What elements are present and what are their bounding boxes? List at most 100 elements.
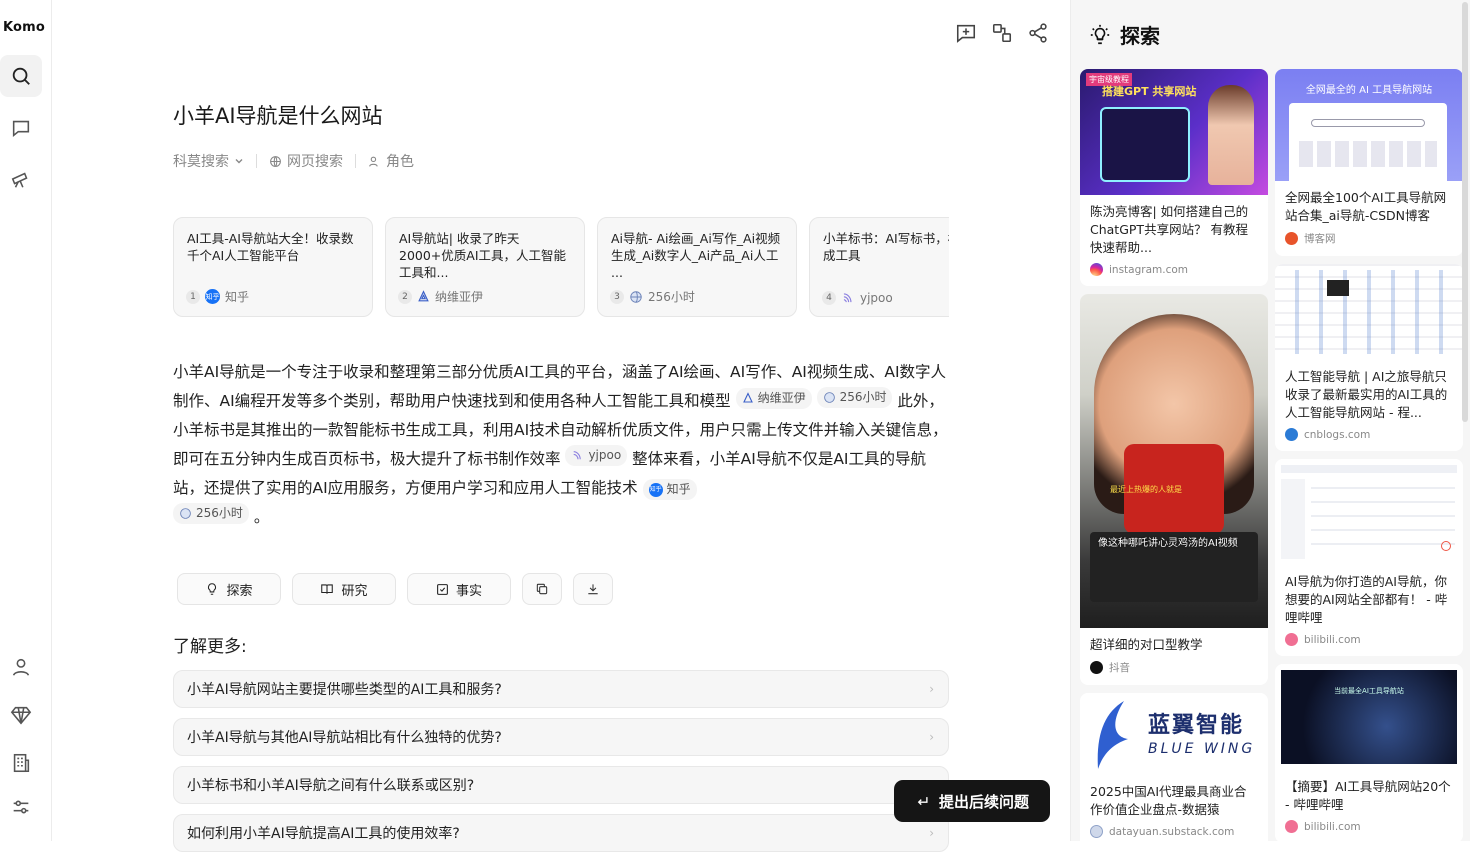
search-mode-dropdown[interactable]: 科莫搜索	[173, 151, 244, 171]
citation-chip[interactable]: 知乎 知乎	[642, 479, 697, 500]
explore-card[interactable]: 当前最全AI工具导航站 【摘要】AI工具导航网站20个 - 哔哩哔哩 bilib…	[1275, 664, 1463, 841]
tiles-illustration	[1299, 141, 1437, 167]
card-caption: 【摘要】AI工具导航网站20个 - 哔哩哔哩	[1285, 779, 1451, 812]
card-site: datayuan.substack.com	[1080, 823, 1268, 841]
explore-scrollbar[interactable]	[1462, 2, 1468, 422]
web-search-label: 网页搜索	[287, 154, 343, 170]
research-button[interactable]: 研究	[292, 573, 396, 605]
source-card-footer: 2 纳维亚伊	[398, 288, 483, 305]
related-questions: 小羊AI导航网站主要提供哪些类型的AI工具和服务? › 小羊AI导航与其他AI导…	[173, 670, 949, 862]
premium-nav-button[interactable]	[0, 694, 42, 736]
source-card[interactable]: AI工具-AI导航站大全！收录数千个AI人工智能平台 1 知乎 知乎	[173, 217, 373, 317]
chevron-right-icon: ›	[929, 826, 934, 840]
new-chat-button[interactable]	[955, 22, 977, 44]
globe-icon	[823, 392, 835, 403]
explore-card[interactable]: AI导航为你打造的AI导航，你想要的AI网站全部都有！ - 哔哩哔哩 bilib…	[1275, 459, 1463, 656]
citation-label: 知乎	[666, 482, 691, 496]
person-icon	[369, 156, 378, 167]
question-text: 如何利用小羊AI导航提高AI工具的使用效率?	[187, 826, 460, 842]
source-number: 2	[398, 289, 412, 304]
bulb-icon	[1090, 24, 1110, 44]
explore-card[interactable]: 蓝翼智能 BLUE WING 2025中国AI代理最具商业合作价值企业盘点-数据…	[1080, 693, 1268, 841]
site-name: bilibili.com	[1304, 820, 1361, 833]
dark-banner-illustration	[1281, 670, 1457, 764]
explore-button[interactable]: 探索	[177, 573, 281, 605]
related-question[interactable]: 如何利用小羊AI导航提高AI工具的使用效率? ›	[173, 814, 949, 852]
image-overlay-text: BLUE WING	[1148, 741, 1256, 757]
site-name: 抖音	[1109, 662, 1130, 674]
source-card-footer: 4 yjpoo	[822, 291, 893, 305]
site-name: instagram.com	[1109, 263, 1189, 276]
switch-button[interactable]	[991, 22, 1013, 44]
citation-label: 256小时	[196, 506, 243, 520]
web-search-toggle[interactable]: 网页搜索	[269, 151, 343, 171]
source-site: yjpoo	[860, 291, 893, 305]
diamond-icon	[10, 706, 32, 725]
image-overlay-text: 最近上热爆的人就是	[1110, 485, 1182, 494]
chat-nav-button[interactable]	[0, 107, 42, 149]
card-caption: 陈沩亮博客| 如何搭建自己的ChatGPT共享网站？ 有教程 快速帮助...	[1090, 204, 1249, 255]
share-button[interactable]	[1027, 22, 1049, 44]
card-caption: 超详细的对口型教学	[1090, 637, 1203, 652]
citation-chip[interactable]: 纳维亚伊	[735, 387, 812, 409]
screenshot-illustration	[1289, 103, 1447, 181]
globe-icon	[1090, 825, 1103, 838]
card-caption: 2025中国AI代理最具商业合作价值企业盘点-数据猿	[1090, 784, 1247, 817]
explore-header: 探索	[1089, 20, 1160, 49]
card-image: 全网最全的 AI 工具导航网站	[1275, 69, 1463, 181]
chevron-right-icon: ›	[929, 730, 934, 744]
source-site: 纳维亚伊	[435, 290, 484, 304]
bulb-icon	[208, 583, 217, 595]
question-text: 小羊标书和小羊AI导航之间有什么联系或区别?	[187, 778, 475, 794]
research-label: 研究	[341, 583, 368, 599]
divider	[355, 154, 356, 168]
source-card-footer: 3 256小时	[610, 288, 695, 305]
follow-up-button[interactable]: 提出后续问题	[894, 780, 1050, 822]
explore-panel: 探索 宇宙级教程 搭建GPT 共享网站 陈沩亮博客| 如何搭建自己的ChatGP…	[1070, 0, 1470, 841]
source-card[interactable]: AI导航站| 收录了昨天2000+优质AI工具，人工智能工具和... 2 纳维亚…	[385, 217, 585, 317]
source-card[interactable]: Ai导航- Ai绘画_Ai写作_Ai视频生成_Ai数字人_Ai产品_Ai人工 .…	[597, 217, 797, 317]
explore-card[interactable]: 人工智能导航 | AI之旅导航只收录了最新最实用的AI工具的人工智能导航网站 -…	[1275, 264, 1463, 451]
question-text: 小羊AI导航与其他AI导航站相比有什么独特的优势?	[187, 730, 502, 746]
download-button[interactable]	[573, 573, 613, 605]
main-content: 小羊AI导航是什么网站 科莫搜索 网页搜索 角色 AI工具-AI导航站大全！收录…	[53, 0, 1069, 852]
source-number: 4	[822, 291, 836, 305]
citation-chip[interactable]: 256小时	[816, 387, 893, 408]
image-overlay-text: 全网最全的 AI 工具导航网站	[1305, 85, 1433, 96]
card-site: 博客网	[1275, 229, 1463, 256]
sliders-icon	[13, 800, 29, 814]
card-image	[1275, 264, 1463, 360]
building-nav-button[interactable]	[0, 742, 42, 784]
explore-card[interactable]: 宇宙级教程 搭建GPT 共享网站 陈沩亮博客| 如何搭建自己的ChatGPT共享…	[1080, 69, 1268, 286]
settings-nav-button[interactable]	[0, 786, 42, 828]
role-label: 角色	[386, 154, 414, 170]
source-card-title: 小羊标书：AI写标书，标书生成工具	[823, 231, 949, 263]
card-image: 宇宙级教程 搭建GPT 共享网站	[1080, 69, 1268, 195]
explore-card[interactable]: 最近上热爆的人就是 像这种哪吒讲心灵鸡汤的AI视频 超详细的对口型教学 抖音	[1080, 294, 1268, 685]
list-illustration	[1311, 481, 1455, 557]
telescope-nav-button[interactable]	[0, 158, 42, 200]
search-nav-button[interactable]	[0, 55, 42, 97]
globe-icon	[270, 155, 281, 167]
role-selector[interactable]: 角色	[368, 151, 414, 171]
citation-label: 256小时	[839, 390, 887, 404]
citation-chip[interactable]: yjpoo	[565, 445, 628, 466]
source-site: 256小时	[648, 290, 695, 304]
telescope-icon	[11, 172, 28, 188]
building-icon	[13, 753, 30, 773]
related-question[interactable]: 小羊AI导航与其他AI导航站相比有什么独特的优势? ›	[173, 718, 949, 756]
explore-card[interactable]: 全网最全的 AI 工具导航网站 全网最全100个AI工具导航网站合集_ai导航-…	[1275, 69, 1463, 256]
divider	[256, 154, 257, 168]
copy-icon	[536, 583, 548, 595]
copy-button[interactable]	[522, 573, 562, 605]
top-toolbar	[955, 22, 1049, 44]
related-question[interactable]: 小羊AI导航网站主要提供哪些类型的AI工具和服务? ›	[173, 670, 949, 708]
user-nav-button[interactable]	[0, 646, 42, 688]
related-question[interactable]: 小羊标书和小羊AI导航之间有什么联系或区别? ›	[173, 766, 949, 804]
source-card-title: AI导航站| 收录了昨天2000+优质AI工具，人工智能工具和...	[399, 231, 567, 280]
source-card[interactable]: 小羊标书：AI写标书，标书生成工具 4 yjpoo	[809, 217, 949, 317]
instagram-icon	[1090, 263, 1103, 276]
source-card-footer: 1 知乎 知乎	[186, 288, 249, 305]
facts-button[interactable]: 事实	[407, 573, 511, 605]
citation-chip[interactable]: 256小时	[173, 503, 249, 524]
